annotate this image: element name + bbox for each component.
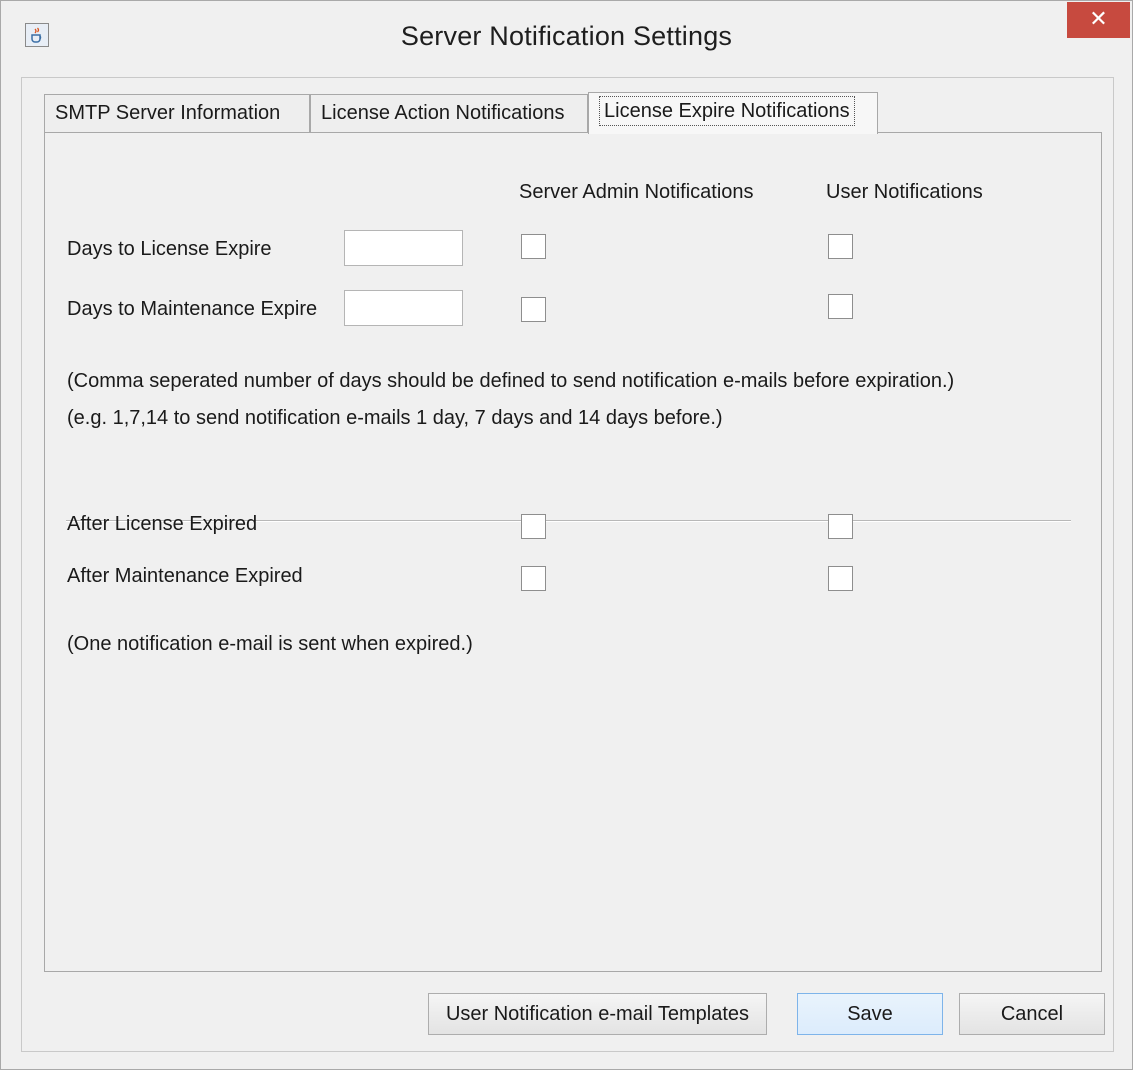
- maintenance-expire-admin-checkbox[interactable]: [521, 297, 546, 322]
- tab-label: License Action Notifications: [321, 102, 565, 124]
- tab-smtp-server-information[interactable]: SMTP Server Information: [44, 94, 310, 132]
- after-maintenance-expired-label: After Maintenance Expired: [67, 565, 303, 587]
- after-license-user-checkbox[interactable]: [828, 514, 853, 539]
- close-button[interactable]: ✕: [1067, 2, 1130, 38]
- column-header-server-admin: Server Admin Notifications: [519, 181, 754, 203]
- after-license-admin-checkbox[interactable]: [521, 514, 546, 539]
- column-header-user: User Notifications: [826, 181, 983, 203]
- tab-panel-license-expire: Server Admin Notifications User Notifica…: [44, 132, 1102, 972]
- license-expire-user-checkbox[interactable]: [828, 234, 853, 259]
- after-maintenance-admin-checkbox[interactable]: [521, 566, 546, 591]
- tab-label: License Expire Notifications: [599, 96, 855, 126]
- dialog-window: Server Notification Settings ✕ SMTP Serv…: [0, 0, 1133, 1070]
- days-example-note: (e.g. 1,7,14 to send notification e-mail…: [67, 407, 723, 429]
- days-maintenance-expire-input[interactable]: [344, 290, 463, 326]
- cancel-button[interactable]: Cancel: [959, 993, 1105, 1035]
- dialog-client-area: SMTP Server Information License Action N…: [21, 77, 1114, 1052]
- after-maintenance-user-checkbox[interactable]: [828, 566, 853, 591]
- days-license-expire-label: Days to License Expire: [67, 238, 272, 260]
- days-format-note: (Comma seperated number of days should b…: [67, 370, 955, 392]
- tab-label: SMTP Server Information: [55, 102, 281, 124]
- days-license-expire-input[interactable]: [344, 230, 463, 266]
- save-button[interactable]: Save: [797, 993, 943, 1035]
- window-title: Server Notification Settings: [400, 21, 733, 51]
- user-notification-templates-button[interactable]: User Notification e-mail Templates: [428, 993, 767, 1035]
- expired-note: (One notification e-mail is sent when ex…: [67, 633, 473, 655]
- after-license-expired-label: After License Expired: [67, 513, 258, 535]
- maintenance-expire-user-checkbox[interactable]: [828, 294, 853, 319]
- tab-license-action-notifications[interactable]: License Action Notifications: [310, 94, 588, 132]
- license-expire-admin-checkbox[interactable]: [521, 234, 546, 259]
- title-bar: Server Notification Settings ✕: [1, 1, 1132, 77]
- days-maintenance-expire-label: Days to Maintenance Expire: [67, 298, 318, 320]
- tab-license-expire-notifications[interactable]: License Expire Notifications: [588, 92, 878, 134]
